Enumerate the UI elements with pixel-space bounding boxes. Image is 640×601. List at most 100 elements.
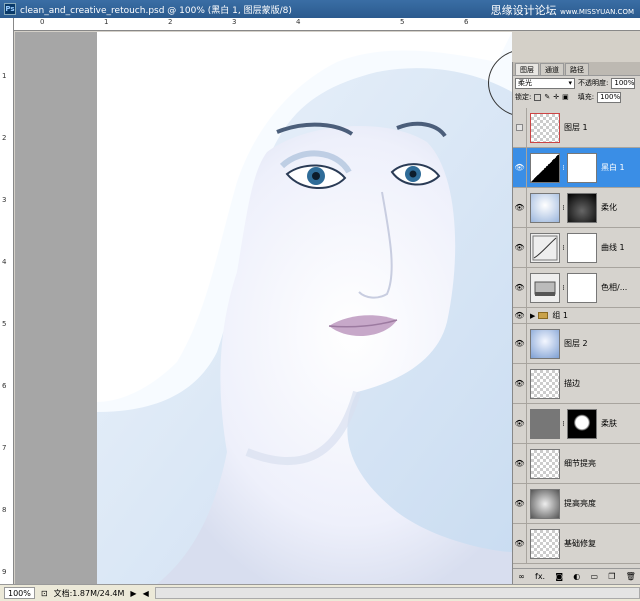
tab-layers[interactable]: 图层 xyxy=(515,63,539,75)
layer-mask-thumbnail xyxy=(567,192,597,223)
ruler-left: 1 2 3 4 5 6 7 8 9 xyxy=(0,18,14,584)
blend-mode-select[interactable]: 柔光 ▾ xyxy=(515,77,575,89)
ruler-tick-label: 6 xyxy=(464,18,469,26)
fx-icon[interactable]: fx. xyxy=(535,572,545,581)
horizontal-scrollbar[interactable] xyxy=(154,587,640,599)
title-bar: Ps clean_and_creative_retouch.psd @ 100%… xyxy=(0,0,640,18)
layer-thumbnail xyxy=(530,328,560,359)
status-bar: 100% ⊡ 文档:1.87M/24.4M ▶ ◀ xyxy=(0,584,640,601)
visibility-toggle[interactable]: 👁 xyxy=(513,308,527,323)
layer-mask-thumbnail xyxy=(567,272,597,303)
layer-row[interactable]: 👁 描边 xyxy=(513,364,640,404)
layer-name: 提高亮度 xyxy=(564,499,596,508)
eye-icon: 👁 xyxy=(514,539,525,548)
folder-icon xyxy=(538,312,549,319)
add-mask-icon[interactable]: ◙ xyxy=(555,572,563,581)
layer-name: 基础修复 xyxy=(564,539,596,548)
layer-thumbnail xyxy=(530,448,560,479)
lock-all-icon[interactable]: ▣ xyxy=(562,93,569,101)
lock-paint-icon[interactable]: ✎ xyxy=(544,93,550,101)
layer-row[interactable]: 👁 提高亮度 xyxy=(513,484,640,524)
layer-row[interactable]: 👁 ⁞ 曲线 1 xyxy=(513,228,640,268)
link-icon: ⁞ xyxy=(562,163,565,172)
scroll-left-icon[interactable]: ◀ xyxy=(143,589,149,598)
layers-panel: 图层 通道 路径 柔光 ▾ 不透明度: 100% 锁定: ✎ ✛ ▣ 填充: 1… xyxy=(512,62,640,584)
chevron-down-icon: ▾ xyxy=(568,79,572,87)
link-icon: ⁞ xyxy=(562,419,565,428)
layer-row[interactable]: 图层 1 xyxy=(513,108,640,148)
layer-thumbnail xyxy=(530,192,560,223)
tab-paths[interactable]: 路径 xyxy=(565,63,589,75)
visibility-toggle[interactable]: 👁 xyxy=(513,364,527,403)
ruler-tick-label: 3 xyxy=(232,18,237,26)
eye-icon: 👁 xyxy=(514,163,525,172)
curves-icon xyxy=(532,235,558,260)
layer-thumbnail xyxy=(530,528,560,559)
layer-mask-thumbnail xyxy=(567,232,597,263)
layer-name: 细节提亮 xyxy=(564,459,596,468)
link-layers-icon[interactable]: ∞ xyxy=(518,572,525,581)
visibility-toggle[interactable]: 👁 xyxy=(513,524,527,563)
layer-name: 柔化 xyxy=(601,203,617,212)
visibility-toggle[interactable]: 👁 xyxy=(513,484,527,523)
photoshop-window: Ps clean_and_creative_retouch.psd @ 100%… xyxy=(0,0,640,601)
lock-row: 锁定: ✎ ✛ ▣ 填充: 100% xyxy=(513,90,640,104)
portrait-illustration xyxy=(97,32,512,584)
visibility-toggle[interactable]: 👁 xyxy=(513,444,527,483)
eye-icon: 👁 xyxy=(514,379,525,388)
lock-move-icon[interactable]: ✛ xyxy=(553,93,559,101)
new-layer-icon[interactable]: ❐ xyxy=(608,572,615,581)
layer-mask-thumbnail xyxy=(567,408,597,439)
zoom-field[interactable]: 100% xyxy=(4,587,35,599)
layer-name: 图层 1 xyxy=(564,123,588,132)
layer-name: 黑白 1 xyxy=(601,163,625,172)
layer-name: 曲线 1 xyxy=(601,243,625,252)
eye-icon: 👁 xyxy=(514,459,525,468)
layer-row[interactable]: 👁 ⁞ 黑白 1 xyxy=(513,148,640,188)
layer-row[interactable]: 👁 细节提亮 xyxy=(513,444,640,484)
lock-transparent-icon[interactable] xyxy=(534,93,542,101)
layer-row[interactable]: 👁 ⁞ 柔肤 xyxy=(513,404,640,444)
blend-row: 柔光 ▾ 不透明度: 100% xyxy=(513,76,640,90)
layer-row[interactable]: 👁 图层 2 xyxy=(513,324,640,364)
ruler-tick-label: 6 xyxy=(2,382,7,390)
status-arrow-icon[interactable]: ▶ xyxy=(130,589,136,598)
ruler-tick-label: 1 xyxy=(2,72,7,80)
ruler-tick-label: 7 xyxy=(2,444,7,452)
vertical-scrollbar[interactable] xyxy=(626,32,640,62)
watermark-text: 思缘设计论坛 xyxy=(490,4,557,17)
status-menu-icon[interactable]: ⊡ xyxy=(41,589,48,598)
visibility-toggle[interactable]: 👁 xyxy=(513,268,527,307)
fill-field[interactable]: 100% xyxy=(597,91,622,103)
visibility-toggle[interactable] xyxy=(513,108,527,147)
adjustment-icon[interactable]: ◐ xyxy=(573,572,580,581)
ruler-tick-label: 1 xyxy=(104,18,109,26)
visibility-toggle[interactable]: 👁 xyxy=(513,404,527,443)
visibility-toggle[interactable]: 👁 xyxy=(513,188,527,227)
layers-footer: ∞ fx. ◙ ◐ ▭ ❐ 🗑 xyxy=(513,568,640,584)
lock-label: 锁定: xyxy=(515,93,532,101)
canvas-image[interactable] xyxy=(97,32,512,584)
eye-icon: 👁 xyxy=(514,311,525,320)
visibility-toggle[interactable]: 👁 xyxy=(513,324,527,363)
layer-group-row[interactable]: 👁 ▶ 组 1 xyxy=(513,308,640,324)
link-icon: ⁞ xyxy=(562,203,565,212)
visibility-toggle[interactable]: 👁 xyxy=(513,148,527,187)
adjustment-bw-thumbnail xyxy=(530,152,560,183)
layer-row[interactable]: 👁 基础修复 xyxy=(513,524,640,564)
layer-thumbnail xyxy=(530,488,560,519)
eye-hidden-icon xyxy=(516,124,523,131)
opacity-field[interactable]: 100% xyxy=(611,77,636,89)
tab-channels[interactable]: 通道 xyxy=(540,63,564,75)
expand-triangle-icon[interactable]: ▶ xyxy=(530,312,535,320)
layer-row[interactable]: 👁 ⁞ 柔化 xyxy=(513,188,640,228)
visibility-toggle[interactable]: 👁 xyxy=(513,228,527,267)
layer-name: 组 1 xyxy=(552,311,569,320)
layer-row[interactable]: 👁 ⁞ 色相/... xyxy=(513,268,640,308)
layers-list: 图层 1 👁 ⁞ 黑白 1 👁 ⁞ 柔化 👁 ⁞ 曲线 1 👁 ⁞ 色相/...… xyxy=(513,108,640,568)
link-icon: ⁞ xyxy=(562,283,565,292)
layer-thumbnail xyxy=(530,408,560,439)
eye-icon: 👁 xyxy=(514,243,525,252)
trash-icon[interactable]: 🗑 xyxy=(626,572,636,581)
new-group-icon[interactable]: ▭ xyxy=(591,572,599,581)
